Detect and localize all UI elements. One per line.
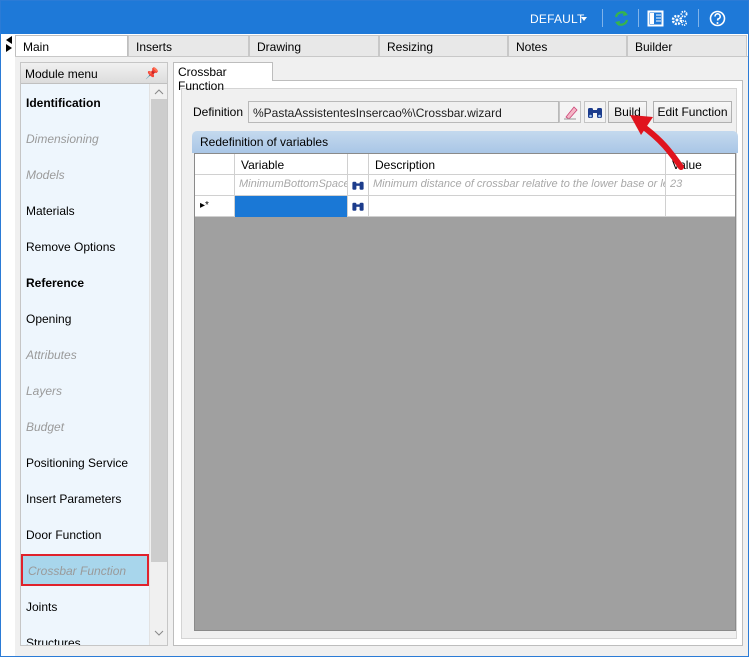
tab-notes[interactable]: Notes bbox=[508, 35, 627, 56]
annotation-arrow-icon bbox=[630, 115, 684, 170]
definition-label: Definition bbox=[193, 105, 244, 119]
settings-icon[interactable] bbox=[671, 10, 688, 27]
menu-item-models: Models bbox=[26, 168, 65, 182]
refresh-icon[interactable] bbox=[613, 10, 630, 27]
menu-item-identification[interactable]: Identification bbox=[26, 96, 101, 110]
scroll-up-icon[interactable] bbox=[154, 88, 164, 95]
scroll-down-icon[interactable] bbox=[154, 630, 164, 637]
binoculars-icon[interactable] bbox=[350, 177, 366, 193]
chevron-down-icon[interactable] bbox=[581, 17, 587, 21]
eraser-button[interactable] bbox=[559, 101, 581, 123]
browse-button[interactable] bbox=[584, 101, 606, 123]
menu-item-layers: Layers bbox=[26, 384, 63, 398]
row-header bbox=[195, 175, 235, 196]
new-value-cell[interactable] bbox=[666, 196, 735, 217]
module-menu-title: Module menu bbox=[25, 67, 98, 81]
variable-cell[interactable]: MinimumBottomSpace bbox=[235, 175, 348, 196]
eraser-icon bbox=[564, 106, 578, 120]
new-variable-cell[interactable] bbox=[235, 196, 348, 217]
module-menu-header: Module menu 📌 bbox=[21, 63, 167, 84]
menu-item-dimensioning: Dimensioning bbox=[26, 132, 99, 146]
panel-icon[interactable] bbox=[647, 10, 664, 27]
pin-icon[interactable]: 📌 bbox=[145, 67, 159, 80]
application-window: DEFAULT Main Inserts Drawing Resizing No… bbox=[0, 0, 749, 657]
new-row-marker: ▸* bbox=[195, 196, 235, 217]
binoculars-icon bbox=[588, 108, 602, 118]
menu-item-door-function[interactable]: Door Function bbox=[26, 528, 101, 542]
table-row[interactable]: MinimumBottomSpace Minimum distance of c… bbox=[195, 175, 735, 196]
panel-toggle-arrows-icon[interactable] bbox=[4, 35, 14, 53]
help-icon[interactable] bbox=[709, 10, 726, 27]
menu-item-crossbar-function[interactable]: Crossbar Function bbox=[28, 564, 126, 578]
main-tab-strip: Main Inserts Drawing Resizing Notes Buil… bbox=[15, 35, 748, 57]
new-table-row[interactable]: ▸* bbox=[195, 196, 735, 217]
module-menu-panel: Module menu 📌 Identification Dimensionin… bbox=[20, 62, 168, 646]
column-header-description[interactable]: Description bbox=[369, 154, 666, 175]
menu-item-reference[interactable]: Reference bbox=[26, 276, 84, 290]
menu-item-structures[interactable]: Structures bbox=[26, 636, 81, 645]
description-cell[interactable]: Minimum distance of crossbar relative to… bbox=[369, 175, 666, 196]
tab-drawing[interactable]: Drawing bbox=[249, 35, 379, 56]
menu-item-joints[interactable]: Joints bbox=[26, 600, 57, 614]
new-description-cell[interactable] bbox=[369, 196, 666, 217]
toolbar-divider bbox=[602, 9, 603, 27]
tab-crossbar-function[interactable]: Crossbar Function bbox=[173, 62, 273, 93]
tab-main[interactable]: Main bbox=[15, 35, 128, 57]
definition-field[interactable]: %PastaAssistentesInsercao%\Crossbar.wiza… bbox=[248, 101, 559, 123]
menu-item-remove-options[interactable]: Remove Options bbox=[26, 240, 115, 254]
column-header-browse bbox=[348, 154, 369, 175]
tab-builder[interactable]: Builder bbox=[627, 35, 747, 56]
menu-item-attributes: Attributes bbox=[26, 348, 77, 362]
toolbar-divider bbox=[698, 9, 699, 27]
variables-grid: Variable Description Value MinimumBottom… bbox=[194, 153, 736, 631]
tab-resizing[interactable]: Resizing bbox=[379, 35, 508, 56]
menu-item-materials[interactable]: Materials bbox=[26, 204, 75, 218]
column-header-variable[interactable]: Variable bbox=[235, 154, 348, 175]
variable-browse-cell[interactable] bbox=[348, 175, 369, 196]
new-browse-cell[interactable] bbox=[348, 196, 369, 217]
menu-item-opening[interactable]: Opening bbox=[26, 312, 71, 326]
value-cell[interactable]: 23 bbox=[666, 175, 735, 196]
binoculars-icon[interactable] bbox=[350, 198, 366, 214]
module-menu-list: Identification Dimensioning Models Mater… bbox=[21, 84, 149, 645]
menu-item-insert-parameters[interactable]: Insert Parameters bbox=[26, 492, 121, 506]
scrollbar-thumb[interactable] bbox=[151, 99, 167, 562]
menu-item-positioning-service[interactable]: Positioning Service bbox=[26, 456, 128, 470]
module-menu-scrollbar[interactable] bbox=[149, 84, 167, 645]
toolbar-divider bbox=[638, 9, 639, 27]
row-header-corner bbox=[195, 154, 235, 175]
profile-selector[interactable]: DEFAULT bbox=[530, 12, 585, 26]
title-bar: DEFAULT bbox=[1, 1, 748, 34]
menu-item-budget: Budget bbox=[26, 420, 65, 434]
tab-inserts[interactable]: Inserts bbox=[128, 35, 249, 56]
